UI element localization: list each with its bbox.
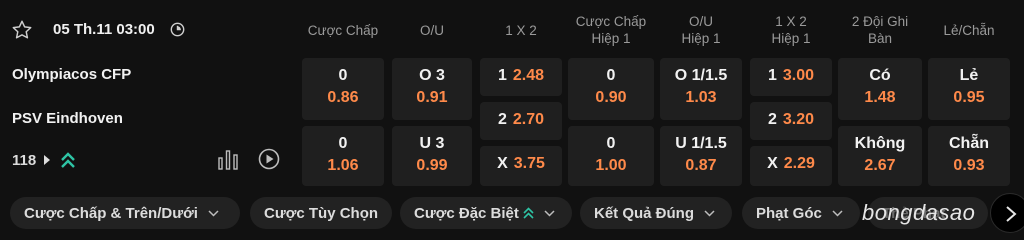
chevron-right-icon [1006, 206, 1017, 222]
under-h1-cell[interactable]: U 1/1.5 0.87 [660, 126, 742, 186]
handicap-away-cell[interactable]: 0 1.06 [302, 126, 384, 186]
handicap-home-odd: 0.86 [327, 89, 359, 106]
x12-h1-draw-label: 2 [767, 111, 777, 128]
handicap-h1-away-line: 0 [606, 135, 616, 152]
handicap-h1-away-odd: 1.00 [595, 157, 627, 174]
x12-draw-cell[interactable]: 2 2.70 [480, 102, 562, 140]
handicap-h1-away-cell[interactable]: 0 1.00 [568, 126, 654, 186]
handicap-h1-home-cell[interactable]: 0 0.90 [568, 58, 654, 120]
x12-h1-home-label: 1 [767, 67, 777, 84]
btts-no-odd: 2.67 [864, 157, 896, 174]
handicap-h1-home-line: 0 [606, 67, 616, 84]
x12-home-label: 1 [497, 67, 507, 84]
column-header-1x2: 1 X 2 [505, 22, 537, 38]
x12-h1-away-label: X [767, 155, 778, 172]
over-h1-odd: 1.03 [685, 89, 717, 106]
odd-odd: 0.95 [953, 89, 985, 106]
btts-no-label: Không [854, 135, 906, 152]
bar-chart-icon[interactable] [217, 148, 239, 170]
watermark: bongdasao [862, 200, 976, 225]
x12-away-cell[interactable]: X 3.75 [480, 146, 562, 186]
tabs-next-button[interactable] [990, 193, 1024, 233]
x12-away-odd: 3.75 [513, 155, 545, 172]
even-odd: 0.93 [953, 157, 985, 174]
away-team-name[interactable]: PSV Eindhoven [12, 110, 123, 127]
over-h1-line: O 1/1.5 [674, 67, 728, 84]
chevron-down-icon [832, 209, 843, 217]
even-label: Chẵn [949, 135, 989, 152]
match-datetime: 05 Th.11 03:00 [53, 21, 155, 38]
tab-correct-score[interactable]: Kết Quả Đúng [580, 197, 732, 229]
match-header: 05 Th.11 03:00 Cược Chấp O/U 1 X 2 Cược … [0, 0, 1024, 60]
tab-special-bets[interactable]: Cược Đặc Biệt [400, 197, 572, 229]
x12-away-label: X [497, 155, 508, 172]
tab-custom-bets[interactable]: Cược Tùy Chọn [250, 197, 392, 229]
under-cell[interactable]: U 3 0.99 [392, 126, 472, 186]
handicap-home-cell[interactable]: 0 0.86 [302, 58, 384, 120]
x12-h1-home-cell[interactable]: 1 3.00 [750, 58, 832, 96]
over-line: O 3 [419, 67, 445, 84]
column-header-over-under-h1: O/U Hiệp 1 [681, 14, 721, 46]
x12-h1-away-cell[interactable]: X 2.29 [750, 146, 832, 186]
column-header-handicap-h1: Cược Chấp Hiệp 1 [575, 14, 647, 46]
x12-draw-label: 2 [497, 111, 507, 128]
x12-h1-away-odd: 2.29 [783, 155, 815, 172]
chevron-down-icon [544, 209, 555, 217]
handicap-h1-home-odd: 0.90 [595, 89, 627, 106]
column-header-both-teams-score: 2 Đội Ghi Bàn [851, 14, 909, 46]
chevron-down-icon [208, 209, 219, 217]
over-cell[interactable]: O 3 0.91 [392, 58, 472, 120]
x12-home-odd: 2.48 [512, 67, 545, 84]
column-header-1x2-h1: 1 X 2 Hiệp 1 [771, 14, 811, 46]
over-h1-cell[interactable]: O 1/1.5 1.03 [660, 58, 742, 120]
odd-cell[interactable]: Lẻ 0.95 [928, 58, 1010, 120]
play-icon[interactable] [258, 148, 280, 170]
tab-corners[interactable]: Phạt Góc [742, 197, 860, 229]
over-odd: 0.91 [416, 89, 448, 106]
under-odd: 0.99 [416, 157, 448, 174]
star-icon[interactable] [11, 19, 33, 41]
column-header-handicap: Cược Chấp [307, 22, 379, 38]
x12-home-cell[interactable]: 1 2.48 [480, 58, 562, 96]
x12-h1-draw-odd: 3.20 [782, 111, 815, 128]
clock-icon [170, 22, 185, 37]
handicap-home-line: 0 [338, 67, 348, 84]
even-cell[interactable]: Chẵn 0.93 [928, 126, 1010, 186]
x12-draw-odd: 2.70 [512, 111, 545, 128]
btts-no-cell[interactable]: Không 2.67 [838, 126, 922, 186]
chevron-down-icon [704, 209, 715, 217]
under-line: U 3 [419, 135, 445, 152]
odd-label: Lẻ [959, 67, 979, 84]
btts-yes-odd: 1.48 [864, 89, 896, 106]
under-h1-line: U 1/1.5 [675, 135, 727, 152]
btts-yes-cell[interactable]: Có 1.48 [838, 58, 922, 120]
column-header-over-under: O/U [419, 22, 444, 38]
x12-h1-draw-cell[interactable]: 2 3.20 [750, 102, 832, 140]
caret-right-icon[interactable] [44, 155, 50, 165]
btts-yes-label: Có [869, 67, 891, 84]
markets-count[interactable]: 118 [12, 152, 36, 169]
home-team-name[interactable]: Olympiacos CFP [12, 66, 131, 83]
handicap-away-line: 0 [338, 135, 348, 152]
double-chevron-up-icon [523, 207, 534, 219]
tab-handicap-over-under[interactable]: Cược Chấp & Trên/Dưới [10, 197, 240, 229]
column-header-odd-even: Lẻ/Chẵn [943, 22, 995, 38]
double-chevron-up-icon [61, 152, 75, 168]
handicap-away-odd: 1.06 [327, 157, 359, 174]
x12-h1-home-odd: 3.00 [782, 67, 815, 84]
under-h1-odd: 0.87 [685, 157, 717, 174]
